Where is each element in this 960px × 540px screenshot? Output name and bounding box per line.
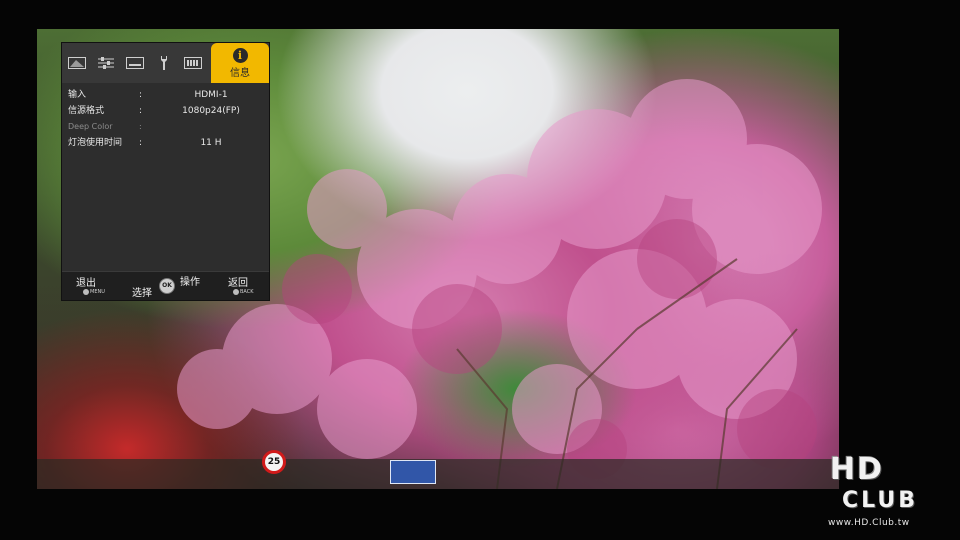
operate-label: 操作 <box>180 277 200 288</box>
info-row-deep-color: Deep Color : <box>68 119 268 135</box>
sliders-icon <box>97 57 114 69</box>
info-row-source-format: 信源格式 : 1080p24(FP) <box>68 103 268 119</box>
info-row-input: 输入 : HDMI-1 <box>68 87 268 103</box>
tab-installation[interactable] <box>149 43 178 83</box>
exit-key-hint: MENU <box>83 289 105 295</box>
info-label: 灯泡使用时间 <box>68 138 123 148</box>
info-value: 1080p24(FP) <box>182 106 240 116</box>
installation-tool-icon <box>160 56 167 70</box>
hdclub-watermark: HD CLUB www.HD.Club.tw <box>826 452 956 536</box>
display-setup-icon <box>183 57 202 69</box>
input-signal-icon <box>125 57 144 69</box>
tab-settings[interactable] <box>91 43 120 83</box>
tab-information-label: 信息 <box>230 67 250 79</box>
info-label: 信源格式 <box>68 106 105 116</box>
info-label: Deep Color <box>68 122 113 131</box>
back-key-icon <box>233 289 239 295</box>
tab-input-signal[interactable] <box>120 43 149 83</box>
info-row-lamp-hours: 灯泡使用时间 : 11 H <box>68 135 268 151</box>
osd-tab-bar: i 信息 <box>62 43 269 83</box>
tab-picture-adjust[interactable] <box>62 43 91 83</box>
select-dial-icon: OK <box>159 278 175 294</box>
info-colon: : <box>139 106 143 116</box>
back-key-label: BACK <box>240 289 254 295</box>
watermark-url: www.HD.Club.tw <box>828 518 910 528</box>
info-label: 输入 <box>68 90 87 100</box>
osd-menu: i 信息 输入 : HDMI-1 信源格式 : 1080p24(FP) Deep… <box>61 42 270 301</box>
exit-label: 退出 <box>76 278 96 289</box>
speed-limit-sign: 25 <box>262 450 286 474</box>
tab-display-setup[interactable] <box>178 43 207 83</box>
watermark-hd: HD <box>830 452 885 487</box>
tab-information[interactable]: i 信息 <box>211 43 269 83</box>
osd-footer: 退出 MENU 选择 OK 操作 返回 BACK <box>62 271 269 300</box>
back-label: 返回 <box>228 278 248 289</box>
info-value: 11 H <box>200 138 222 148</box>
road-sign <box>390 460 436 484</box>
exit-key-label: MENU <box>90 289 105 295</box>
info-colon: : <box>139 122 142 131</box>
info-colon: : <box>139 90 143 100</box>
info-icon: i <box>232 47 248 63</box>
info-colon: : <box>139 138 143 148</box>
back-key-hint: BACK <box>233 289 254 295</box>
info-value: HDMI-1 <box>194 90 228 100</box>
select-label: 选择 <box>132 288 152 299</box>
picture-adjust-icon <box>67 57 86 69</box>
watermark-club: CLUB <box>842 488 919 513</box>
menu-key-icon <box>83 289 89 295</box>
info-list: 输入 : HDMI-1 信源格式 : 1080p24(FP) Deep Colo… <box>68 87 268 151</box>
speed-limit-value: 25 <box>267 457 281 467</box>
